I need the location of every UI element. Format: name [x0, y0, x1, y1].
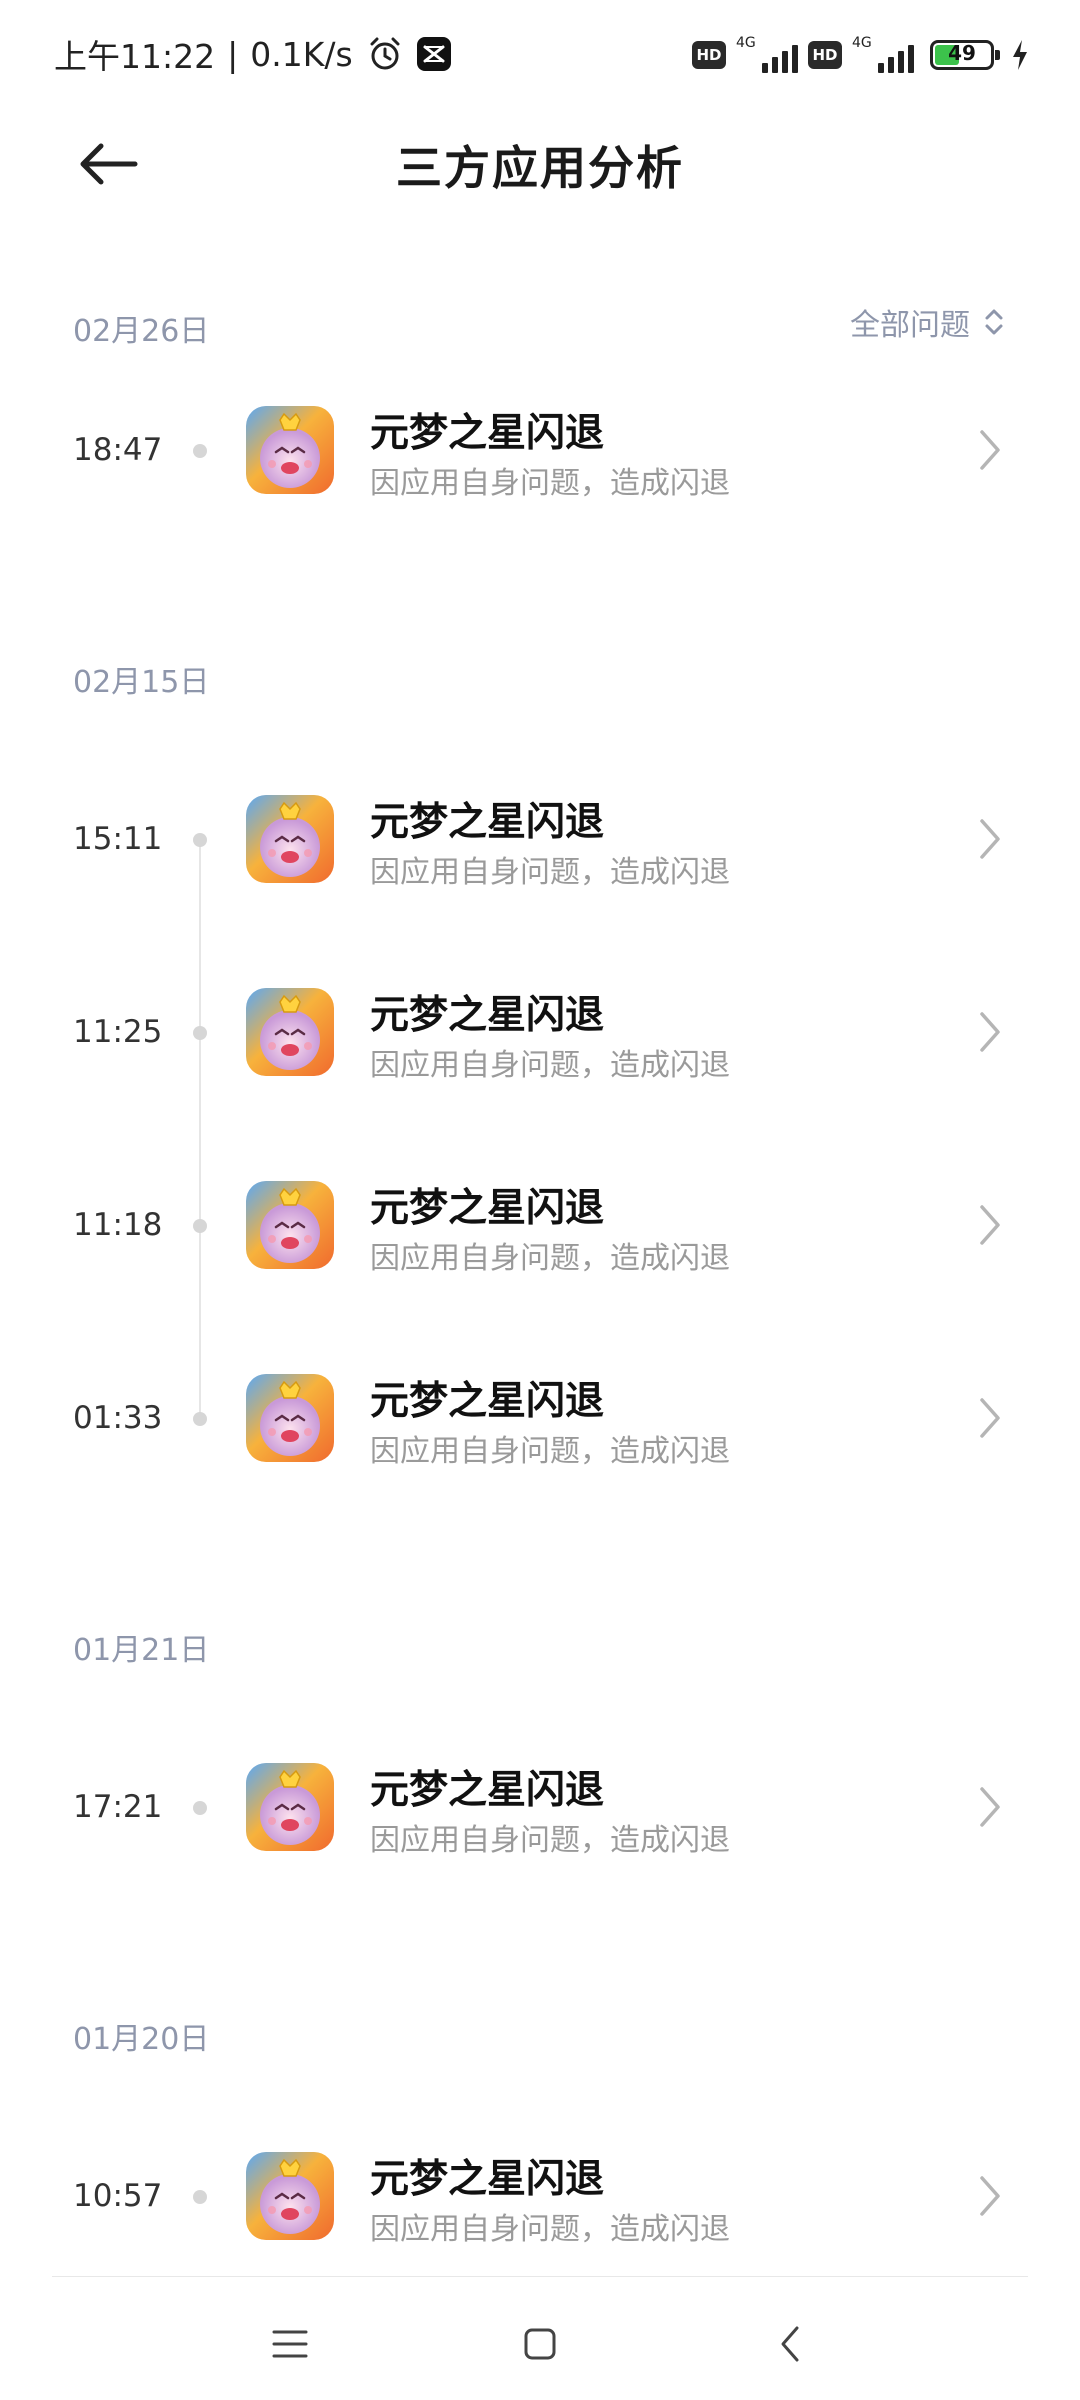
- yuanmeng-app-icon: [246, 1763, 334, 1851]
- entry-title: 元梦之星闪退: [370, 411, 605, 456]
- timeline-dot: [193, 2190, 207, 2204]
- entry-subtitle: 因应用自身问题，造成闪退: [370, 1434, 730, 1469]
- alarm-clock-icon: [370, 37, 400, 70]
- yuanmeng-app-icon: [246, 1181, 334, 1269]
- chevron-right-icon: [980, 1398, 1000, 1438]
- date-label: 02月26日: [73, 314, 210, 349]
- timeline-dot: [193, 1412, 207, 1426]
- signal-strength-icon: 4G: [736, 35, 798, 75]
- entry-time: 01:33: [73, 1400, 163, 1436]
- entry-title: 元梦之星闪退: [370, 800, 605, 845]
- network-type: 4G: [852, 35, 872, 51]
- chevron-right-icon: [980, 1787, 1000, 1827]
- crash-entry[interactable]: 11:18 元梦之星闪退因应用自身问题，造成闪退: [0, 1129, 1080, 1322]
- chevron-right-icon: [980, 1205, 1000, 1245]
- battery-icon: 49: [930, 40, 1000, 70]
- nav-divider: [52, 2276, 1028, 2277]
- entry-subtitle: 因应用自身问题，造成闪退: [370, 466, 730, 501]
- issue-filter-button[interactable]: 全部问题: [850, 300, 1004, 344]
- menu-button[interactable]: [250, 2304, 330, 2384]
- date-header: 02月15日: [0, 641, 1080, 717]
- timeline-dot: [193, 1026, 207, 1040]
- yuanmeng-app-icon: [246, 2152, 334, 2240]
- entry-time: 11:25: [73, 1014, 163, 1050]
- sort-updown-icon: [985, 309, 1003, 335]
- status-right: HD 4G HD 4G 49: [692, 30, 1030, 80]
- yuanmeng-app-icon: [246, 406, 334, 494]
- status-left: 上午11:22 | 0.1K/s: [54, 28, 451, 80]
- timeline-dot: [193, 1801, 207, 1815]
- date-label: 01月21日: [73, 1633, 210, 1668]
- date-label: 02月15日: [73, 665, 210, 700]
- crash-list: 02月26日 全部问题 18:47 元梦之星闪退 因应用自身问题，造成闪退 02月15日 1…: [0, 290, 1080, 2293]
- battery-level: 49: [948, 41, 976, 65]
- entry-title: 元梦之星闪退: [370, 1379, 605, 1424]
- page-title: 三方应用分析: [396, 141, 684, 195]
- yuanmeng-app-icon: [246, 1374, 334, 1462]
- home-button[interactable]: [500, 2304, 580, 2384]
- crash-entry[interactable]: 10:57 元梦之星闪退因应用自身问题，造成闪退: [0, 2100, 1080, 2293]
- chevron-right-icon: [980, 430, 1000, 470]
- capcut-icon: [416, 37, 451, 71]
- timeline-dot: [193, 444, 207, 458]
- entry-title: 元梦之星闪退: [370, 1186, 605, 1231]
- hd-badge: HD: [808, 41, 842, 69]
- timeline-dot: [193, 833, 207, 847]
- network-type: 4G: [736, 35, 756, 51]
- crash-entry[interactable]: 18:47 元梦之星闪退因应用自身问题，造成闪退: [0, 354, 1080, 547]
- filter-label: 全部问题: [850, 308, 970, 343]
- crash-entry[interactable]: 01:33 元梦之星闪退因应用自身问题，造成闪退: [0, 1322, 1080, 1515]
- entry-time: 15:11: [73, 821, 163, 857]
- chevron-right-icon: [980, 1012, 1000, 1052]
- hd-badge: HD: [692, 41, 726, 69]
- crash-entry[interactable]: 15:11 元梦之星闪退因应用自身问题，造成闪退: [0, 743, 1080, 936]
- entry-title: 元梦之星闪退: [370, 1768, 605, 1813]
- back-chevron-icon: [781, 2326, 799, 2362]
- date-header: 01月20日: [0, 1998, 1080, 2074]
- status-divider: |: [227, 34, 239, 74]
- entry-time: 18:47: [73, 432, 163, 468]
- timeline-line: [199, 840, 201, 936]
- status-bar: 上午11:22 | 0.1K/s HD 4G HD 4G 49: [0, 0, 1080, 104]
- timeline-line: [199, 1322, 201, 1419]
- entry-subtitle: 因应用自身问题，造成闪退: [370, 1823, 730, 1858]
- yuanmeng-app-icon: [246, 988, 334, 1076]
- charging-icon: [1013, 40, 1027, 70]
- entry-subtitle: 因应用自身问题，造成闪退: [370, 1241, 730, 1276]
- header: 三方应用分析: [0, 104, 1080, 224]
- chevron-right-icon: [980, 2176, 1000, 2216]
- entry-time: 11:18: [73, 1207, 163, 1243]
- timeline-dot: [193, 1219, 207, 1233]
- home-square-icon: [524, 2328, 556, 2360]
- entry-time: 10:57: [73, 2178, 163, 2214]
- chevron-right-icon: [980, 819, 1000, 859]
- date-label: 01月20日: [73, 2022, 210, 2057]
- crash-entry[interactable]: 17:21 元梦之星闪退因应用自身问题，造成闪退: [0, 1711, 1080, 1904]
- status-time: 上午11:22: [54, 37, 216, 76]
- menu-icon: [272, 2330, 308, 2358]
- entry-subtitle: 因应用自身问题，造成闪退: [370, 1048, 730, 1083]
- entry-time: 17:21: [73, 1789, 163, 1825]
- yuanmeng-app-icon: [246, 795, 334, 883]
- screen: 上午11:22 | 0.1K/s HD 4G HD 4G 49 三方应用分析 0…: [0, 0, 1080, 2400]
- signal-strength-icon: 4G: [852, 35, 914, 75]
- navigation-bar: [0, 2278, 1080, 2400]
- system-back-button[interactable]: [750, 2304, 830, 2384]
- entry-subtitle: 因应用自身问题，造成闪退: [370, 2212, 730, 2247]
- network-speed: 0.1K/s: [250, 34, 353, 74]
- entry-title: 元梦之星闪退: [370, 993, 605, 1038]
- entry-title: 元梦之星闪退: [370, 2157, 605, 2202]
- entry-subtitle: 因应用自身问题，造成闪退: [370, 855, 730, 890]
- date-header: 01月21日: [0, 1609, 1080, 1685]
- crash-entry[interactable]: 11:25 元梦之星闪退因应用自身问题，造成闪退: [0, 936, 1080, 1129]
